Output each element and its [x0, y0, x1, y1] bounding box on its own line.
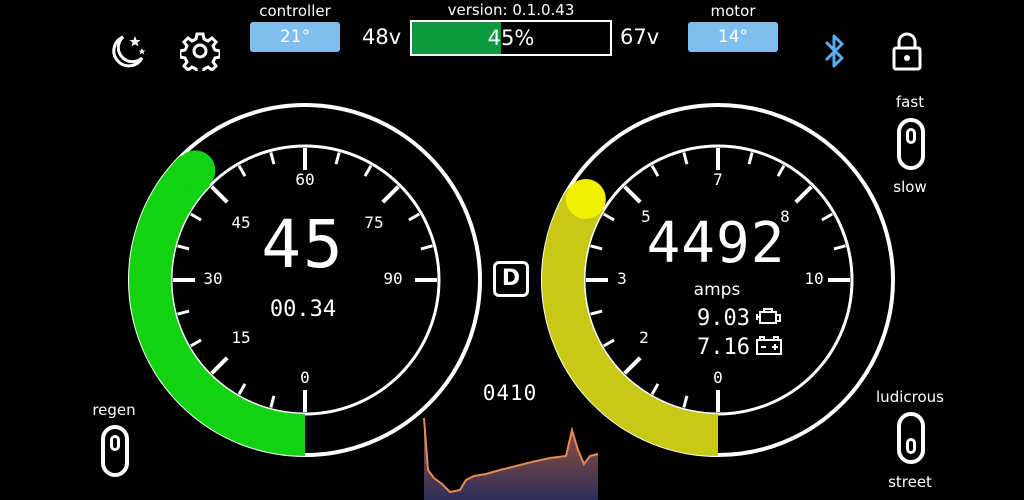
moon-stars-icon: [112, 35, 146, 68]
speed-tick-75: 75: [364, 213, 383, 232]
settings-button[interactable]: [178, 31, 222, 76]
rpm-tick-mark: [833, 244, 846, 251]
speed-tick-mark: [408, 212, 421, 222]
lock-button[interactable]: [890, 30, 924, 72]
speed-tick-mark: [237, 164, 247, 177]
night-mode-button[interactable]: [106, 30, 148, 72]
speed-value: 45: [261, 206, 344, 283]
speed-tick-mark: [269, 395, 276, 408]
battery-level-bar: 45%: [410, 20, 612, 56]
speed-mode-knob: [906, 128, 916, 144]
speed-tick-15: 15: [231, 328, 250, 347]
regen-knob: [110, 435, 120, 451]
lock-icon: [892, 32, 922, 71]
rpm-tick-mark: [794, 185, 813, 204]
power-tick-3: 3: [617, 269, 627, 288]
graph-value-text: 0410: [483, 381, 538, 405]
rpm-tick-mark: [602, 338, 615, 348]
speed-tick-mark: [189, 212, 202, 222]
voltage-min: 48v: [362, 25, 402, 49]
speed-tick-mark: [334, 152, 341, 165]
trip-value: 00.34: [270, 297, 336, 322]
version-label: version: 0.1.0.43: [447, 1, 575, 19]
profile-knob: [906, 438, 916, 454]
speed-level-knob: [175, 150, 216, 191]
speed-tick-60: 60: [295, 170, 314, 189]
speed-tick-mark: [189, 338, 202, 348]
speed-tick-0: 0: [300, 368, 310, 387]
rpm-tick-mark: [602, 212, 615, 222]
rpm-tick-mark: [623, 185, 642, 204]
rpm-tick-mark: [623, 356, 642, 375]
speed-tick-30: 30: [203, 269, 222, 288]
speed-tick-mark: [363, 164, 373, 177]
rpm-tick-mark: [682, 152, 689, 165]
motor-amps-value: 9.03: [697, 306, 750, 331]
rpm-tick-mark: [776, 164, 786, 177]
engine-icon: [756, 308, 781, 324]
battery-percent: 45%: [487, 26, 535, 50]
speed-tick-mark: [210, 356, 229, 375]
voltage-max: 67v: [620, 25, 660, 49]
speed-tick-mark: [177, 244, 190, 251]
speed-tick-mark: [381, 185, 400, 204]
power-tick-10: 10: [804, 269, 823, 288]
amps-label: amps: [694, 280, 741, 300]
rpm-tick-mark: [590, 244, 603, 251]
power-gauge: 0 2 3 5 7 8 10 4492 amps 9.03 7.16: [541, 103, 895, 457]
rpm-tick-mark: [747, 152, 754, 165]
power-tick-2: 2: [639, 328, 649, 347]
power-value: 4492: [647, 211, 786, 276]
speed-tick-mark: [420, 244, 433, 251]
speed-tick-mark: [210, 185, 229, 204]
rpm-tick-mark: [650, 383, 660, 396]
speed-tick-mark: [177, 309, 190, 316]
bluetooth-button[interactable]: [820, 31, 850, 71]
battery-icon: [756, 336, 782, 355]
motor-label: motor: [710, 2, 756, 20]
bluetooth-icon: [824, 34, 844, 68]
speed-tick-90: 90: [383, 269, 402, 288]
battery-amps-value: 7.16: [697, 335, 750, 360]
speed-tick-mark: [269, 152, 276, 165]
gear-indicator: D: [493, 261, 529, 297]
rpm-tick-mark: [682, 395, 689, 408]
controller-label: controller: [259, 2, 331, 20]
speed-tick-45: 45: [231, 213, 250, 232]
gear-icon: [178, 32, 222, 76]
motor-temp-badge: 14°: [688, 22, 778, 52]
profile-bottom-label: street: [888, 473, 932, 491]
power-tick-7: 7: [713, 170, 723, 189]
rpm-tick-mark: [590, 309, 603, 316]
speed-tick-mark: [237, 383, 247, 396]
power-level-knob: [565, 179, 606, 220]
speed-gauge: 0 15 30 45 60 75 90 45 00.34: [128, 103, 482, 457]
rpm-tick-mark: [650, 164, 660, 177]
controller-temp-badge: 21°: [250, 22, 340, 52]
power-tick-0: 0: [713, 368, 723, 387]
rpm-tick-mark: [821, 212, 834, 222]
